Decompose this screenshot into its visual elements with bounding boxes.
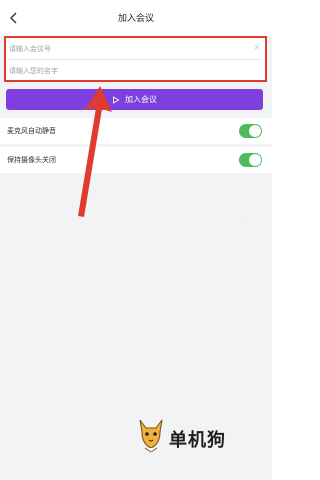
watermark: 单机狗 bbox=[136, 418, 256, 458]
toggle-knob bbox=[249, 154, 261, 166]
camera-off-toggle[interactable] bbox=[239, 153, 262, 167]
toggle-knob bbox=[249, 125, 261, 137]
camera-off-row: 保持摄像头关闭 bbox=[0, 147, 272, 173]
name-input[interactable] bbox=[9, 62, 259, 80]
mic-mute-label: 麦克风自动静音 bbox=[7, 127, 56, 135]
join-button-label: 加入会议 bbox=[125, 95, 157, 104]
field-divider bbox=[9, 59, 262, 60]
meeting-id-input[interactable] bbox=[9, 40, 259, 58]
mic-mute-row: 麦克风自动静音 bbox=[0, 118, 272, 144]
join-meeting-button[interactable]: 加入会议 bbox=[6, 89, 263, 110]
clear-icon[interactable] bbox=[253, 43, 261, 51]
mic-mute-toggle[interactable] bbox=[239, 124, 262, 138]
meeting-form bbox=[4, 36, 267, 82]
dog-logo-icon bbox=[139, 419, 163, 452]
header-bar: 加入会议 bbox=[0, 0, 272, 36]
camera-off-label: 保持摄像头关闭 bbox=[7, 156, 56, 164]
page-title: 加入会议 bbox=[117, 14, 154, 24]
stray-dot bbox=[240, 219, 241, 220]
watermark-text: 单机狗 bbox=[169, 430, 226, 451]
annotation-arrow bbox=[78, 86, 112, 217]
